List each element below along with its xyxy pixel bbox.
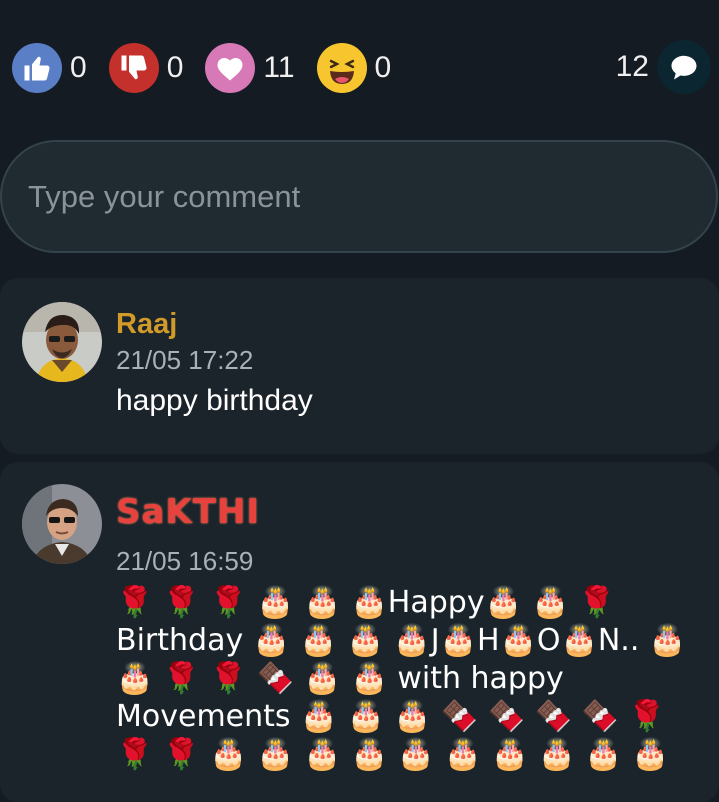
comment-author[interactable]: Raaj xyxy=(116,308,177,341)
comment-card: SaKTHI 21/05 16:59 🌹 🌹 🌹 🎂 🎂 🎂Happy🎂 🎂 🌹… xyxy=(0,462,719,802)
dislike-count: 0 xyxy=(166,50,184,84)
like-count: 0 xyxy=(70,50,87,84)
chat-bubble-icon xyxy=(657,40,711,94)
comment-text: happy birthday xyxy=(116,384,313,417)
comments-toggle[interactable]: 12 xyxy=(616,40,711,94)
reaction-like[interactable]: 0 xyxy=(12,42,109,93)
thumbs-down-icon xyxy=(108,42,159,93)
heart-icon xyxy=(205,42,256,93)
laugh-count: 0 xyxy=(374,50,392,84)
love-count: 11 xyxy=(263,50,295,84)
comment-count: 12 xyxy=(615,50,649,83)
avatar[interactable] xyxy=(22,302,102,382)
laugh-face-icon xyxy=(316,42,367,93)
comment-input[interactable] xyxy=(0,140,718,253)
thumbs-up-icon xyxy=(12,42,62,93)
comment-text: 🌹 🌹 🌹 🎂 🎂 🎂Happy🎂 🎂 🌹 Birthday 🎂 🎂 🎂 🎂J🎂… xyxy=(116,585,687,772)
comment-author[interactable]: SaKTHI xyxy=(116,492,260,532)
reaction-love[interactable]: 11 xyxy=(205,42,316,93)
avatar[interactable] xyxy=(22,484,102,564)
comment-timestamp: 21/05 16:59 xyxy=(116,546,254,576)
reaction-dislike[interactable]: 0 xyxy=(108,42,206,93)
reaction-bar: 0 0 11 0 xyxy=(0,0,719,135)
reaction-laugh[interactable]: 0 xyxy=(316,42,414,93)
comment-card: Raaj 21/05 17:22 happy birthday xyxy=(0,278,719,454)
comment-timestamp: 21/05 17:22 xyxy=(116,345,254,375)
